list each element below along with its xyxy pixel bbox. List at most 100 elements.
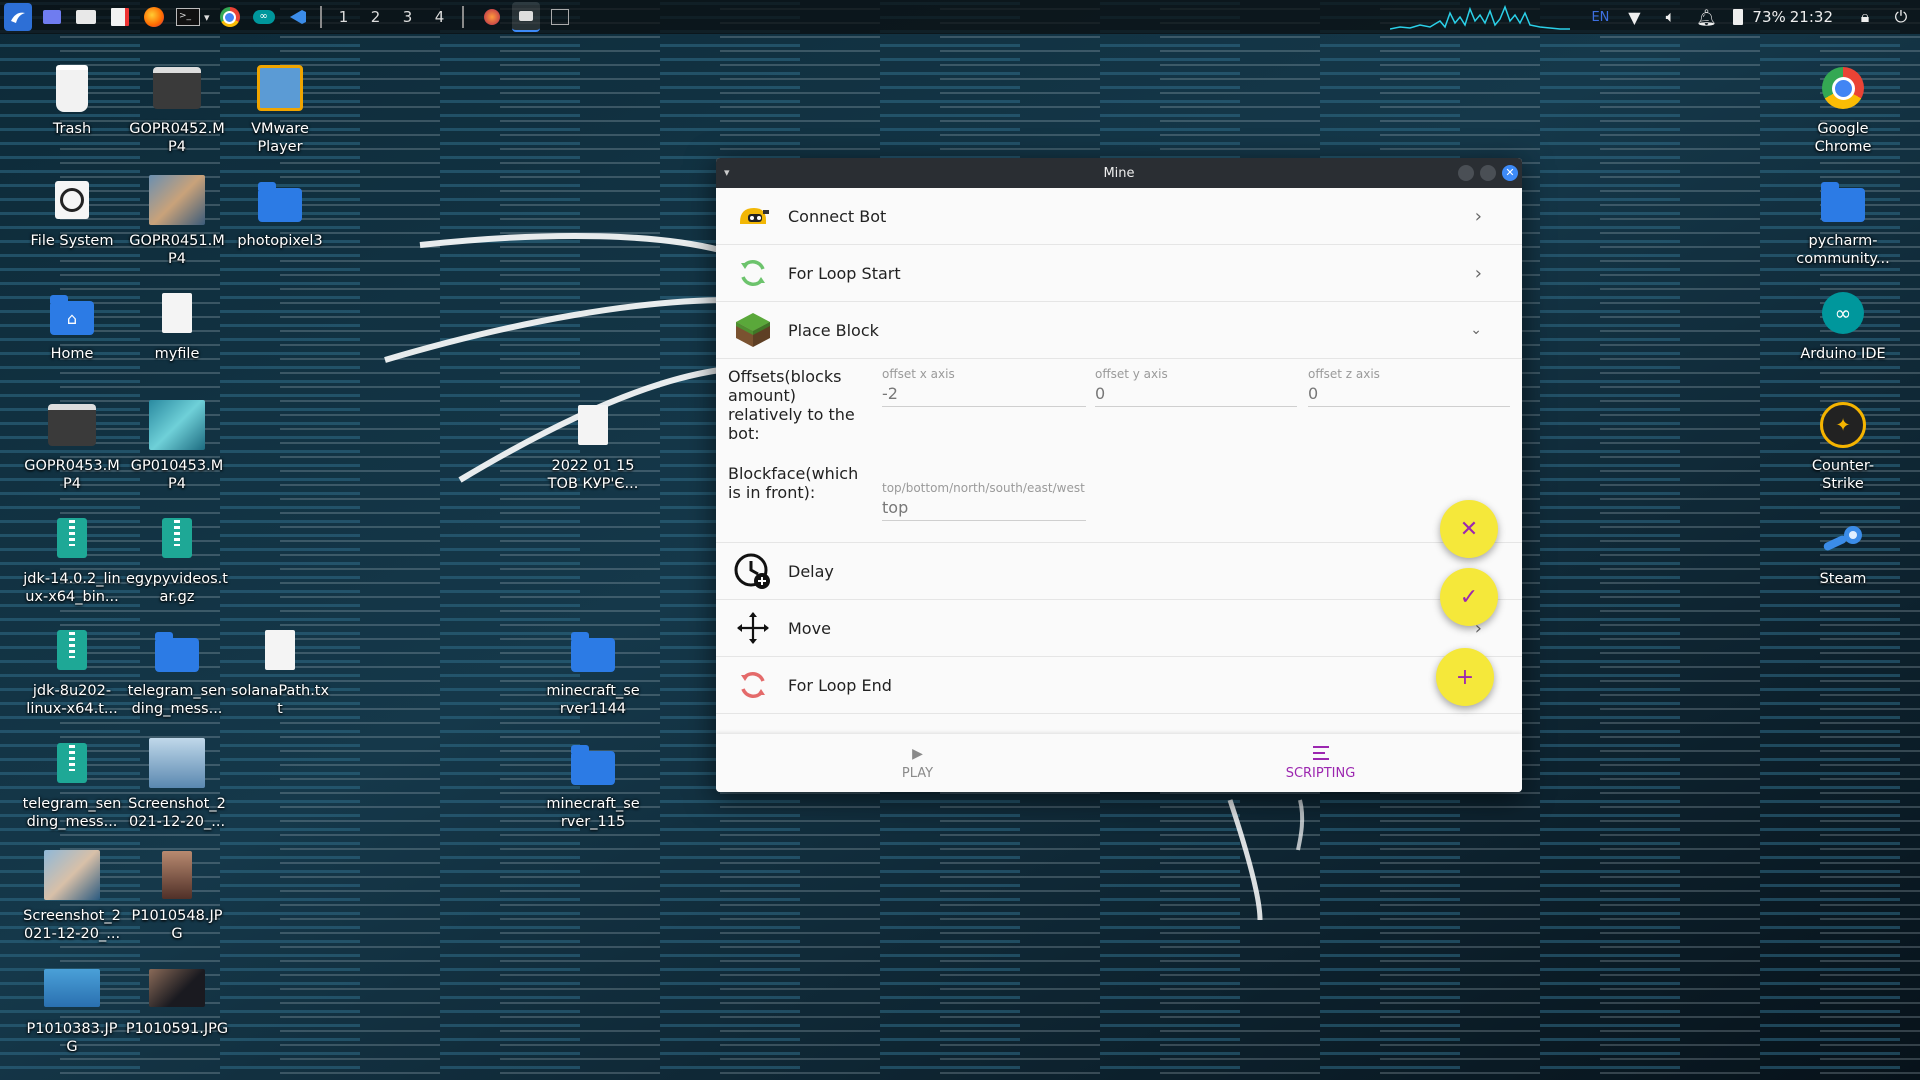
- check-icon: ✓: [1459, 584, 1479, 610]
- home-folder-icon: ⌂: [44, 285, 100, 341]
- show-desktop-icon[interactable]: [38, 3, 66, 31]
- desktop-icon-jdk8[interactable]: jdk-8u202- linux-x64.t...: [17, 622, 127, 718]
- blockface-input[interactable]: top: [882, 498, 1086, 521]
- desktop-icon-solanapath[interactable]: solanaPath.tx t: [225, 622, 335, 718]
- offset-x-field[interactable]: offset x axis -2: [882, 367, 1086, 407]
- desktop-icon-trash[interactable]: Trash: [17, 60, 127, 138]
- volume-icon[interactable]: 🔈︎: [1659, 6, 1681, 28]
- desktop-icon-gopr0451[interactable]: GOPR0451.M P4: [122, 172, 232, 268]
- desktop-icon-minecraft-server1144[interactable]: minecraft_se rver1144: [538, 622, 648, 718]
- chrome-icon[interactable]: [216, 3, 244, 31]
- desktop-icon-photopixel3[interactable]: photopixel3: [225, 172, 335, 250]
- list-item-delay[interactable]: Delay: [716, 543, 1522, 600]
- firefox-icon[interactable]: [140, 3, 168, 31]
- maximize-button[interactable]: [1480, 165, 1496, 181]
- list-item-connect-bot[interactable]: Connect Bot ›: [716, 188, 1522, 245]
- notification-bell-icon[interactable]: 🔔︎: [1695, 6, 1717, 28]
- nav-scripting-label: SCRIPTING: [1285, 765, 1356, 781]
- desktop-icon-tov-kuryer[interactable]: 2022 01 15 ТОВ КУР'Є...: [538, 397, 648, 493]
- desktop-icon-vmware[interactable]: VMware Player: [225, 60, 335, 156]
- offset-y-input[interactable]: 0: [1095, 384, 1297, 407]
- counter-strike-icon: ✦: [1815, 397, 1871, 453]
- language-indicator[interactable]: EN: [1591, 6, 1609, 28]
- workspace-4[interactable]: 4: [426, 8, 454, 26]
- desktop-icon-home[interactable]: ⌂ Home: [17, 285, 127, 363]
- workspace-1[interactable]: 1: [330, 8, 358, 26]
- text-editor-icon[interactable]: [106, 3, 134, 31]
- desktop-icon-screenshot-2[interactable]: Screenshot_2 021-12-20_...: [17, 847, 127, 943]
- desktop-icon-gopr0452[interactable]: GOPR0452.M P4: [122, 60, 232, 156]
- cancel-fab-button[interactable]: ✕: [1440, 500, 1498, 558]
- desktop-icon-label: File System: [30, 233, 114, 249]
- play-icon: ▶: [912, 745, 923, 762]
- desktop-icon-counter-strike[interactable]: ✦ Counter- Strike: [1788, 397, 1898, 493]
- lock-screen-icon[interactable]: 🔒︎: [1854, 6, 1876, 28]
- list-item-move[interactable]: Move ›: [716, 600, 1522, 657]
- nav-scripting[interactable]: SCRIPTING: [1119, 734, 1522, 792]
- close-button[interactable]: ✕: [1502, 165, 1518, 181]
- task-terminal-icon[interactable]: [546, 3, 574, 31]
- archive-icon: [149, 510, 205, 566]
- task-firefox-icon[interactable]: [478, 3, 506, 31]
- arduino-icon[interactable]: ∞: [250, 3, 278, 31]
- text-file-icon: [252, 622, 308, 678]
- desktop-icon-label: Home: [50, 346, 94, 362]
- desktop-icon-label: 2022 01 15 ТОВ КУР'Є...: [547, 458, 639, 492]
- clock[interactable]: 21:32: [1790, 8, 1833, 26]
- chevron-right-icon[interactable]: ›: [1475, 206, 1482, 227]
- add-fab-button[interactable]: +: [1436, 648, 1494, 706]
- image-thumbnail: [44, 847, 100, 903]
- desktop-icon-myfile[interactable]: myfile: [122, 285, 232, 363]
- chevron-down-icon[interactable]: ⌄: [1470, 322, 1482, 338]
- desktop-icon-arduino[interactable]: ∞ Arduino IDE: [1788, 285, 1898, 363]
- power-icon[interactable]: ⏻: [1890, 6, 1912, 28]
- battery-percentage: 73%: [1752, 8, 1786, 26]
- desktop-icon-file-system[interactable]: File System: [17, 172, 127, 250]
- offset-z-field[interactable]: offset z axis 0: [1308, 367, 1510, 407]
- wifi-icon[interactable]: ▼: [1623, 6, 1645, 28]
- desktop-icon-pycharm[interactable]: pycharm- community...: [1788, 172, 1898, 268]
- desktop-icon-p1010548[interactable]: P1010548.JP G: [122, 847, 232, 943]
- window-titlebar[interactable]: ▾ Mine ✕: [716, 158, 1522, 188]
- desktop-icon-google-chrome[interactable]: Google Chrome: [1788, 60, 1898, 156]
- trash-icon: [44, 60, 100, 116]
- desktop-icon-p1010591[interactable]: P1010591.JPG: [122, 960, 232, 1038]
- desktop-icon-p1010383[interactable]: P1010383.JP G: [17, 960, 127, 1056]
- file-manager-icon[interactable]: [72, 3, 100, 31]
- chevron-down-icon[interactable]: ▾: [204, 11, 210, 24]
- desktop-icon-label: Trash: [52, 121, 92, 137]
- loop-end-icon: [732, 664, 774, 706]
- terminal-icon[interactable]: >_: [174, 3, 202, 31]
- task-mine-app-icon[interactable]: [511, 2, 540, 32]
- app-launcher-icon[interactable]: [4, 3, 32, 31]
- offset-y-field[interactable]: offset y axis 0: [1095, 367, 1297, 407]
- nav-play[interactable]: ▶ PLAY: [716, 734, 1119, 792]
- offset-x-input[interactable]: -2: [882, 384, 1086, 407]
- workspace-3[interactable]: 3: [394, 8, 422, 26]
- desktop-icon-steam[interactable]: Steam: [1788, 510, 1898, 588]
- mine-app-window: ▾ Mine ✕ Connect Bot › For Loop Start › …: [716, 158, 1522, 792]
- workspace-2[interactable]: 2: [362, 8, 390, 26]
- taskbar-separator: [461, 6, 464, 28]
- blockface-field[interactable]: top/bottom/north/south/east/west top: [882, 481, 1086, 521]
- desktop-icon-telegram-archive[interactable]: telegram_sen ding_mess...: [17, 735, 127, 831]
- window-app-icon[interactable]: ▾: [724, 166, 738, 180]
- battery-icon[interactable]: [1731, 6, 1745, 28]
- list-item-place-block[interactable]: Place Block ⌄: [716, 302, 1522, 359]
- offset-z-input[interactable]: 0: [1308, 384, 1510, 407]
- image-thumbnail: [149, 960, 205, 1016]
- chevron-right-icon[interactable]: ›: [1475, 263, 1482, 284]
- desktop-icon-minecraft-server115[interactable]: minecraft_se rver_115: [538, 735, 648, 831]
- desktop-icon-screenshot-1[interactable]: Screenshot_2 021-12-20_...: [122, 735, 232, 831]
- list-item-for-loop-end[interactable]: For Loop End: [716, 657, 1522, 714]
- row-label: Connect Bot: [788, 206, 887, 226]
- desktop-icon-egypyvideos[interactable]: egypyvideos.t ar.gz: [122, 510, 232, 606]
- minimize-button[interactable]: [1458, 165, 1474, 181]
- vscode-icon[interactable]: [284, 3, 312, 31]
- desktop-icon-gp010453[interactable]: GP010453.M P4: [122, 397, 232, 493]
- confirm-fab-button[interactable]: ✓: [1440, 568, 1498, 626]
- list-item-for-loop-start[interactable]: For Loop Start ›: [716, 245, 1522, 302]
- desktop-icon-telegram-folder[interactable]: telegram_sen ding_mess...: [122, 622, 232, 718]
- desktop-icon-jdk14[interactable]: jdk-14.0.2_lin ux-x64_bin...: [17, 510, 127, 606]
- desktop-icon-gopr0453[interactable]: GOPR0453.M P4: [17, 397, 127, 493]
